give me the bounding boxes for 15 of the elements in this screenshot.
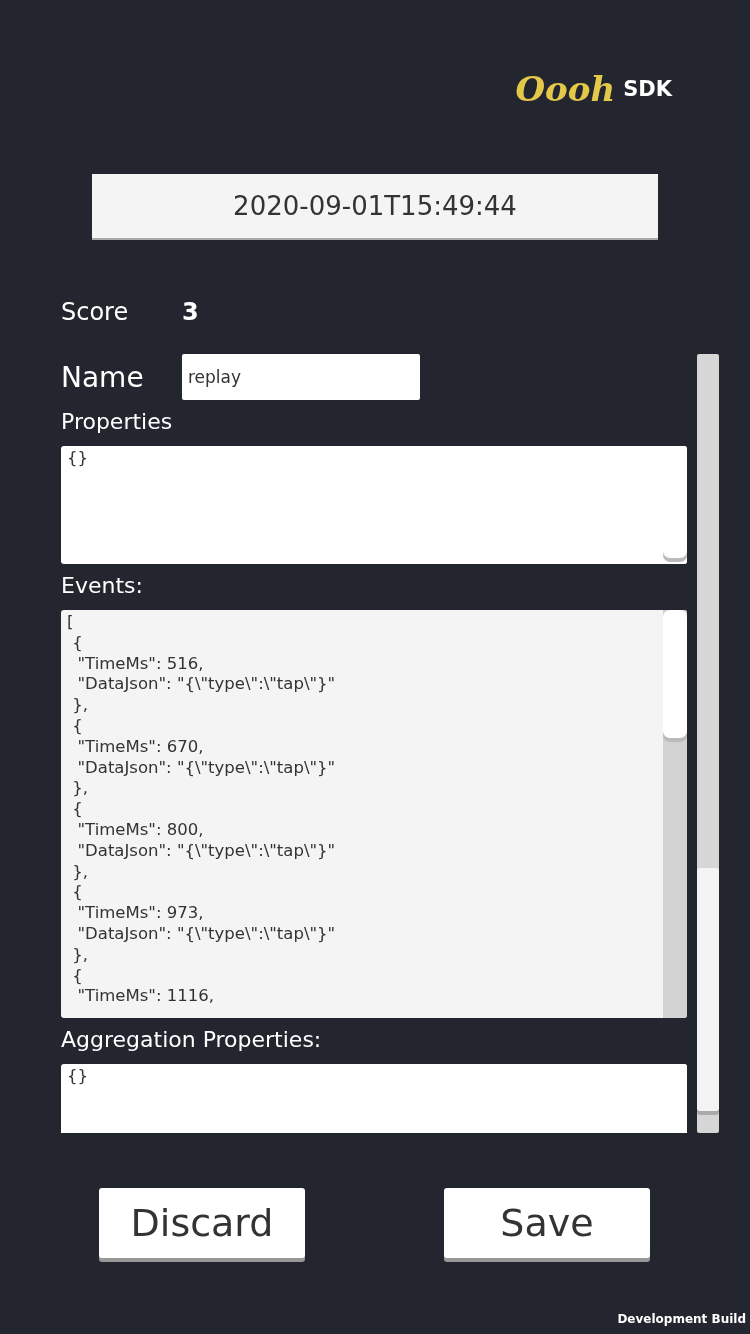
name-field[interactable]: replay xyxy=(182,354,420,400)
aggregation-field[interactable]: {} xyxy=(61,1064,687,1133)
properties-label: Properties xyxy=(61,408,174,436)
build-label: Development Build xyxy=(617,1312,746,1326)
events-label: Events: xyxy=(61,572,144,600)
logo-mark: Oooh xyxy=(515,69,616,109)
score-label: Score xyxy=(61,298,130,326)
logo-text: SDK xyxy=(623,77,672,101)
timestamp-field[interactable]: 2020-09-01T15:49:44 xyxy=(92,174,658,238)
scrollbar[interactable] xyxy=(697,354,719,1133)
events-field[interactable]: [ { "TimeMs": 516, "DataJson": "{\"type\":\"tap\"}" }, { "TimeMs": 670, "DataJson": "{\"type\":\"tap\"}" }, { "TimeMs": 800, "DataJson": "{\"type\":\"tap\"}" }, { "TimeMs": 973, "DataJson": "{\"type\":\"tap\"}" }, { "TimeMs": 1116, xyxy=(61,610,687,1018)
name-label: Name xyxy=(61,360,145,394)
properties-field[interactable]: {} xyxy=(61,446,687,564)
score-value: 3 xyxy=(182,298,199,326)
aggregation-label: Aggregation Properties: xyxy=(61,1026,323,1054)
